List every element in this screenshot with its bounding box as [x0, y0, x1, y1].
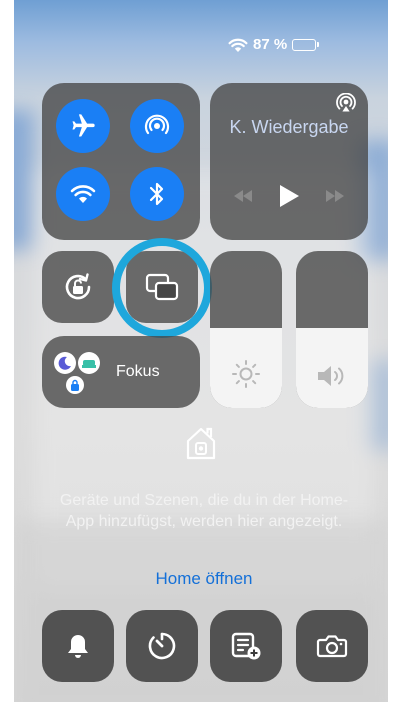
silent-mode-button[interactable] [42, 610, 114, 682]
battery-icon [292, 38, 320, 51]
focus-button[interactable]: Fokus [42, 336, 200, 408]
wifi-icon [70, 185, 96, 203]
forward-icon[interactable] [324, 189, 346, 203]
brightness-slider[interactable] [210, 251, 282, 408]
volume-slider[interactable] [296, 251, 368, 408]
bluetooth-icon [149, 182, 164, 206]
timer-button[interactable] [126, 610, 198, 682]
moon-icon [54, 352, 76, 374]
bed-icon [78, 352, 100, 374]
camera-icon [316, 635, 348, 658]
connectivity-module [42, 83, 200, 240]
airplane-icon [72, 114, 95, 137]
home-icon [186, 427, 216, 460]
sun-icon [232, 360, 260, 388]
quick-note-button[interactable] [210, 610, 282, 682]
bell-icon [68, 635, 88, 658]
play-icon[interactable] [277, 183, 301, 209]
rotation-lock-button[interactable] [42, 251, 114, 323]
rewind-icon[interactable] [232, 189, 254, 203]
now-playing-title: K. Wiedergabe [229, 117, 349, 137]
background-blur [14, 110, 34, 250]
open-home-link[interactable]: Home öffnen [104, 569, 304, 589]
lock-icon [66, 376, 84, 394]
wifi-button[interactable] [56, 167, 110, 221]
camera-button[interactable] [296, 610, 368, 682]
control-center: 87 % K. Wiedergabe Fokus Geräte und Szen… [14, 0, 388, 702]
timer-icon [148, 632, 176, 660]
battery-percentage: 87 % [253, 36, 288, 53]
rotation-lock-icon [65, 273, 91, 300]
airdrop-icon [144, 114, 170, 135]
media-module[interactable]: K. Wiedergabe [210, 83, 368, 240]
home-empty-message: Geräte und Szenen, die du in der Home-Ap… [59, 492, 349, 530]
airplay-icon[interactable] [336, 93, 356, 113]
notes-add-icon [231, 632, 261, 660]
media-controls [210, 183, 368, 209]
highlight-circle [112, 238, 212, 338]
airdrop-button[interactable] [130, 99, 184, 153]
speaker-icon [318, 366, 344, 386]
status-bar: 87 % [228, 36, 320, 53]
focus-mode-icons [52, 344, 116, 400]
wifi-status-icon [228, 38, 248, 52]
bluetooth-button[interactable] [130, 167, 184, 221]
airplane-mode-button[interactable] [56, 99, 110, 153]
focus-label: Fokus [116, 363, 160, 380]
